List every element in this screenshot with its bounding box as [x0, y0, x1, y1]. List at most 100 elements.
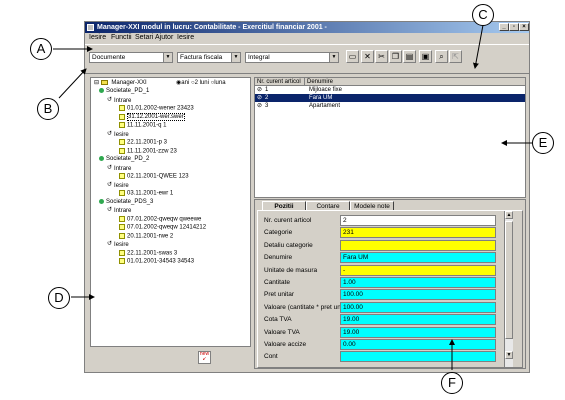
field-input[interactable]: 2 — [340, 215, 496, 226]
column-header-nr[interactable]: Nr. curent articol — [255, 78, 305, 86]
table-row[interactable]: ⊘ 2 Fara UM — [255, 94, 525, 102]
tree-node[interactable]: Societate_PD_1 — [99, 88, 149, 95]
paste-icon[interactable]: ▤ — [403, 50, 416, 63]
document-icon — [119, 105, 125, 111]
scroll-down-icon[interactable]: ▼ — [505, 351, 513, 359]
print-preview-icon[interactable]: ⌕ — [435, 50, 448, 63]
tree-node-label: Societate_PD_1 — [106, 88, 150, 95]
tree-node[interactable]: 07.01.2002-qweqw qweewe — [119, 215, 201, 224]
tree-root-label: Manager-XXI — [111, 80, 147, 87]
document-type-combo-value: Factura fiscala — [180, 54, 223, 61]
field-input[interactable]: 231 — [340, 227, 496, 239]
new-item-icon[interactable]: new ↙ — [198, 351, 211, 364]
menu-ajutor[interactable]: Ajutor — [155, 34, 173, 41]
tab-modele-note[interactable]: Modele note — [350, 201, 394, 210]
document-icon — [119, 139, 125, 145]
delete-icon[interactable]: ✕ — [361, 50, 374, 63]
tree-node[interactable]: ↺ Iesire — [107, 131, 129, 139]
tree-node-label: Intrare — [114, 208, 132, 215]
tree-node[interactable]: 01.01.2001-34543 34543 — [119, 258, 194, 266]
field-input[interactable]: 19.00 — [340, 326, 496, 338]
tree-node[interactable]: 22.11.2001-swas 3 — [119, 249, 177, 258]
chevron-down-icon[interactable]: ▼ — [231, 53, 240, 62]
tree-node-label: Iesire — [114, 242, 129, 249]
document-icon — [119, 122, 125, 128]
table-row[interactable]: ⊘ 3 Apartament — [255, 102, 525, 110]
document-icon — [119, 113, 125, 120]
tree-node[interactable]: Societate_PDS_3 — [99, 198, 154, 206]
scroll-up-icon[interactable]: ▲ — [505, 211, 513, 219]
tree-node[interactable]: Societate_PD_2 — [99, 156, 149, 163]
maximize-button[interactable]: ▫ — [509, 23, 519, 31]
view-mode-combo-value: Integral — [248, 54, 270, 61]
tree-node[interactable]: ↺ Intrare — [107, 207, 131, 215]
minimize-button[interactable]: _ — [499, 23, 509, 31]
menu-setari[interactable]: Setari — [135, 34, 153, 41]
table-row[interactable]: ⊘ 1 Mijloace fixe — [255, 86, 525, 94]
view-mode-combo[interactable]: Integral ▼ — [245, 52, 339, 63]
chevron-down-icon[interactable]: ▼ — [163, 53, 172, 62]
cell-denumire: Apartament — [309, 103, 341, 109]
field-input[interactable]: 100.00 — [340, 301, 496, 313]
copy-icon[interactable]: ❐ — [389, 50, 402, 63]
tree-node[interactable]: 11.11.2001-zzw 23 — [119, 147, 177, 156]
tree-node[interactable]: 20.11.2001-rwe 2 — [119, 232, 173, 241]
field-input[interactable]: 1.00 — [340, 277, 496, 288]
tree-node-label: 03.11.2001-ewr 1 — [127, 190, 174, 197]
tree-node-label: 11.11.2001-zzw 23 — [127, 148, 177, 155]
tree-node[interactable]: 22.11.2001-p 3 — [119, 139, 167, 147]
chevron-down-icon[interactable]: ▼ — [329, 53, 338, 62]
tree-node-label: Societate_PD_2 — [106, 156, 150, 163]
documents-combo[interactable]: Documente ▼ — [89, 52, 173, 63]
radio-ani-label: ani — [181, 80, 190, 86]
field-input[interactable]: Fara UM — [340, 252, 496, 264]
tab-contare[interactable]: Contare — [306, 201, 350, 210]
document-icon — [119, 215, 125, 222]
tab-pozitii[interactable]: Pozitii — [262, 201, 306, 210]
tree-node[interactable]: 02.11.2001-QWEE 123 — [119, 173, 189, 181]
save-icon[interactable]: ▣ — [419, 50, 432, 63]
field-label: Cota TVA — [264, 316, 292, 324]
document-tree: ⊟ Manager-XXI ◉ani ○2 luni ○luna Societa… — [90, 77, 251, 369]
tree-node[interactable]: ↺ Intrare — [107, 165, 131, 173]
tree-node[interactable]: ↺ Iesire — [107, 182, 129, 190]
tree-node[interactable]: ↺ Intrare — [107, 97, 131, 105]
form-scrollbar[interactable]: ▲ ▼ — [504, 211, 513, 367]
field-input[interactable]: 19.00 — [340, 314, 496, 326]
export-icon[interactable]: ⇱ — [449, 50, 462, 63]
company-icon — [99, 198, 104, 204]
tree-node[interactable]: ↺ Iesire — [107, 241, 129, 249]
callout-f: F — [441, 372, 463, 394]
cut-icon[interactable]: ✂ — [375, 50, 388, 63]
document-type-combo[interactable]: Factura fiscala ▼ — [177, 52, 241, 63]
field-input[interactable] — [340, 351, 496, 363]
tree-node[interactable]: 07.01.2002-qweqw 12414212 — [119, 224, 206, 232]
document-icon — [119, 173, 125, 179]
tree-node[interactable]: 03.11.2001-ewr 1 — [119, 190, 173, 198]
close-button[interactable]: × — [519, 23, 529, 31]
field-input[interactable]: - — [340, 264, 496, 276]
tree-footer: new ↙ — [90, 346, 251, 369]
field-input[interactable]: 100.00 — [340, 289, 496, 301]
new-document-icon[interactable]: ▭ — [346, 50, 359, 63]
field-input[interactable]: 0.00 — [340, 339, 496, 350]
tab-content: Nr. curent articol 2 Categorie 231 Detaliu c… — [257, 210, 523, 368]
menu-functii[interactable]: Functii — [111, 34, 132, 41]
menu-iesire[interactable]: Iesire — [89, 34, 106, 41]
cell-nr: 2 — [265, 95, 269, 101]
column-header-denumire[interactable]: Denumire — [305, 78, 525, 86]
tree-node[interactable]: 11.11.2001-q 1 — [119, 122, 166, 130]
tree-node[interactable]: 01.01.2002-wener 23423 — [119, 105, 194, 113]
tree-root[interactable]: ⊟ Manager-XXI — [94, 80, 147, 87]
expand-icon[interactable]: ⊟ — [94, 80, 99, 86]
field-label: Cont — [264, 353, 278, 361]
tree-node[interactable]: 31.12.2001-wer.swer — [119, 113, 185, 122]
callout-b: B — [37, 98, 59, 120]
document-icon — [119, 258, 125, 264]
scroll-thumb[interactable] — [505, 221, 513, 339]
company-icon — [99, 88, 104, 93]
tree-node-label: 07.01.2002-qweqw 12414212 — [127, 224, 207, 231]
field-input[interactable] — [340, 239, 496, 251]
menu-iesire-2[interactable]: Iesire — [177, 34, 194, 41]
tree-node-label: Societate_PDS_3 — [106, 198, 154, 205]
